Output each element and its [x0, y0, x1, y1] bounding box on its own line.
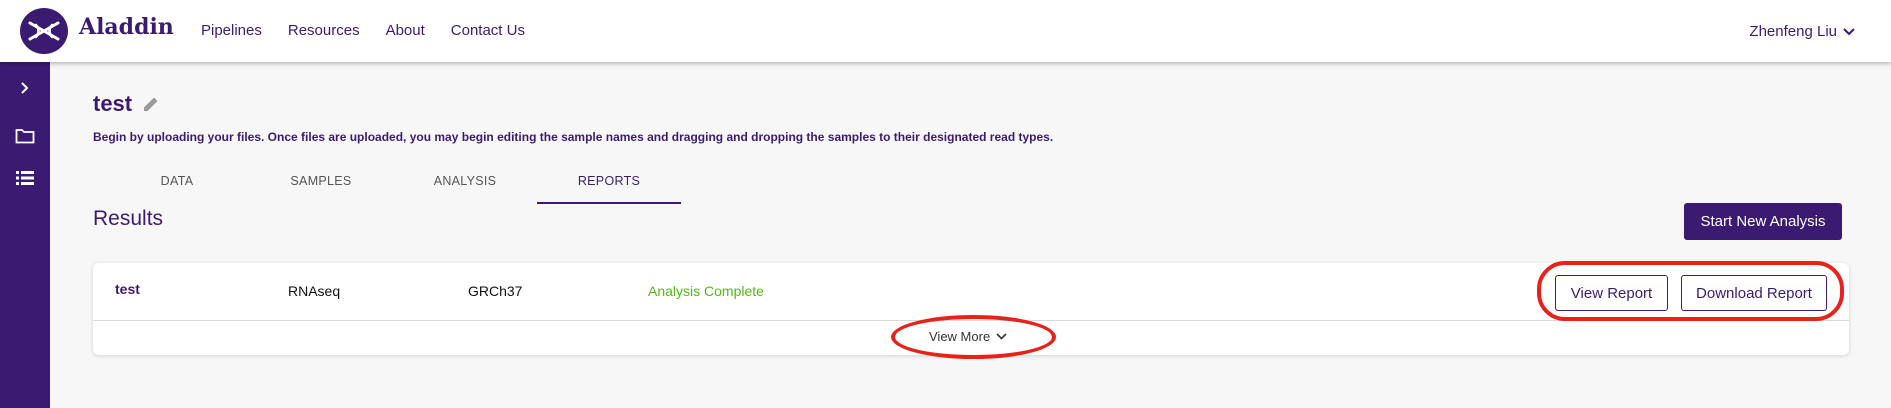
project-title: test: [93, 91, 160, 117]
chevron-right-icon: [21, 82, 29, 94]
project-title-text: test: [93, 91, 133, 116]
nav-link-contact-us[interactable]: Contact Us: [451, 22, 525, 39]
table-row: test RNAseq GRCh37 Analysis Complete Vie…: [93, 263, 1849, 321]
list-icon: [16, 171, 34, 185]
top-navbar: Aladdin Pipelines Resources About Contac…: [0, 0, 1891, 62]
analysis-name: test: [115, 281, 140, 297]
chevron-down-icon: [996, 333, 1007, 340]
view-report-button[interactable]: View Report: [1555, 275, 1668, 311]
nav-link-about[interactable]: About: [386, 22, 425, 39]
main-nav: Pipelines Resources About Contact Us: [201, 22, 551, 39]
reference-genome: GRCh37: [468, 283, 523, 299]
tab-data[interactable]: DATA: [105, 166, 249, 204]
sidebar-list-button[interactable]: [0, 163, 50, 193]
nav-link-resources[interactable]: Resources: [288, 22, 360, 39]
tab-samples[interactable]: SAMPLES: [249, 166, 393, 204]
view-more-toggle[interactable]: View More: [929, 329, 1007, 344]
tab-bar: DATA SAMPLES ANALYSIS REPORTS: [105, 166, 681, 204]
sidebar-expand-button[interactable]: [0, 73, 50, 103]
download-report-button[interactable]: Download Report: [1681, 275, 1827, 311]
sidebar-files-button[interactable]: [0, 121, 50, 151]
results-heading: Results: [93, 207, 164, 230]
folder-icon: [15, 129, 35, 144]
sidebar: [0, 62, 50, 408]
chevron-down-icon: [1843, 27, 1855, 35]
project-description: Begin by uploading your files. Once file…: [93, 130, 1054, 144]
edit-pencil-icon[interactable]: [142, 95, 160, 113]
nav-link-pipelines[interactable]: Pipelines: [201, 22, 262, 39]
analysis-status: Analysis Complete: [648, 283, 764, 299]
tab-reports[interactable]: REPORTS: [537, 166, 681, 204]
user-menu[interactable]: Zhenfeng Liu: [1749, 23, 1855, 40]
start-new-analysis-button[interactable]: Start New Analysis: [1684, 203, 1842, 240]
tab-analysis[interactable]: ANALYSIS: [393, 166, 537, 204]
view-more-label: View More: [929, 329, 991, 344]
user-name: Zhenfeng Liu: [1749, 23, 1837, 40]
analysis-type: RNAseq: [288, 283, 341, 299]
analysis-result-card: test RNAseq GRCh37 Analysis Complete Vie…: [93, 263, 1849, 355]
brand-name[interactable]: Aladdin: [79, 14, 174, 40]
aladdin-logo-icon[interactable]: [20, 8, 68, 54]
